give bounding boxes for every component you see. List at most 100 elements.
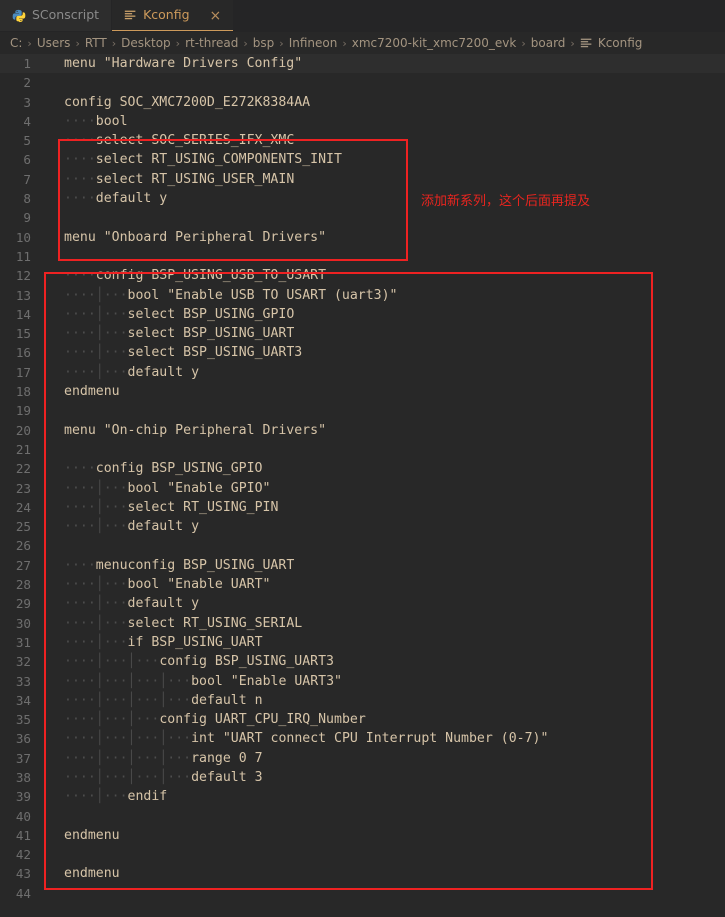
breadcrumb-item-9[interactable]: Kconfig bbox=[580, 36, 643, 50]
code-line[interactable]: 6 ····select RT_USING_COMPONENTS_INIT bbox=[0, 150, 725, 169]
code-line[interactable]: 39 ····│···endif bbox=[0, 787, 725, 806]
code-line[interactable]: 35 ····│···│···config UART_CPU_IRQ_Number bbox=[0, 710, 725, 729]
code-line[interactable]: 28 ····│···bool "Enable UART" bbox=[0, 575, 725, 594]
breadcrumb-item-0[interactable]: C: bbox=[10, 37, 22, 49]
code-line[interactable]: 1 menu "Hardware Drivers Config" bbox=[0, 54, 725, 74]
line-number: 29 bbox=[15, 596, 31, 612]
chevron-right-icon: › bbox=[243, 36, 248, 50]
line-number: 35 bbox=[15, 712, 31, 728]
breadcrumb-item-8[interactable]: board bbox=[531, 37, 566, 49]
code-line[interactable]: 43 endmenu bbox=[0, 864, 725, 883]
tab-sconscript[interactable]: SConscript bbox=[0, 0, 113, 31]
editor-tab-bar: SConscript Kconfig × bbox=[0, 0, 725, 32]
line-number: 17 bbox=[15, 364, 31, 380]
breadcrumb-item-6[interactable]: Infineon bbox=[289, 37, 338, 49]
code-line[interactable]: 16 ····│···select BSP_USING_UART3 bbox=[0, 343, 725, 362]
editor-window: SConscript Kconfig × C: › Users › RTT › … bbox=[0, 0, 725, 917]
code-line[interactable]: 20 menu "On-chip Peripheral Drivers" bbox=[0, 421, 725, 440]
code-line[interactable]: 13 ····│···bool "Enable USB TO USART (uar… bbox=[0, 286, 725, 305]
code-line-text: ····config BSP_USING_USB_TO_USART bbox=[64, 268, 327, 284]
breadcrumb-item-1[interactable]: Users bbox=[37, 37, 71, 49]
code-line-text: ····select RT_USING_COMPONENTS_INIT bbox=[64, 152, 342, 168]
breadcrumb-item-3[interactable]: Desktop bbox=[121, 37, 171, 49]
code-line[interactable]: 9 bbox=[0, 208, 725, 227]
code-line-text: ····bool bbox=[64, 113, 128, 129]
code-line[interactable]: 8 ····default y bbox=[0, 189, 725, 208]
code-line[interactable]: 4 ····bool bbox=[0, 112, 725, 131]
code-line[interactable]: 23 ····│···bool "Enable GPIO" bbox=[0, 479, 725, 498]
line-number: 3 bbox=[23, 94, 31, 110]
code-line[interactable]: 17 ····│···default y bbox=[0, 363, 725, 382]
code-line[interactable]: 3 config SOC_XMC7200D_E272K8384AA bbox=[0, 93, 725, 112]
tab-label: Kconfig bbox=[143, 7, 190, 23]
line-number: 24 bbox=[15, 499, 31, 515]
line-number: 40 bbox=[15, 808, 31, 824]
code-line[interactable]: 18 endmenu bbox=[0, 382, 725, 401]
code-line[interactable]: 30 ····│···select RT_USING_SERIAL bbox=[0, 614, 725, 633]
line-number: 8 bbox=[23, 191, 31, 207]
code-line[interactable]: 38 ····│···│···│···default 3 bbox=[0, 768, 725, 787]
close-icon[interactable]: × bbox=[210, 9, 222, 23]
code-line-text: ····config BSP_USING_GPIO bbox=[64, 461, 263, 477]
code-line-text: ····│···select RT_USING_SERIAL bbox=[64, 615, 303, 631]
breadcrumb-item-2[interactable]: RTT bbox=[85, 37, 107, 49]
code-line[interactable]: 26 bbox=[0, 536, 725, 555]
breadcrumb: C: › Users › RTT › Desktop › rt-thread ›… bbox=[0, 32, 725, 54]
code-line[interactable]: 22 ····config BSP_USING_GPIO bbox=[0, 459, 725, 478]
line-number: 21 bbox=[15, 441, 31, 457]
breadcrumb-item-7[interactable]: xmc7200-kit_xmc7200_evk bbox=[352, 37, 517, 49]
code-line[interactable]: 29 ····│···default y bbox=[0, 594, 725, 613]
breadcrumb-label: Kconfig bbox=[597, 36, 643, 50]
code-line[interactable]: 2 bbox=[0, 73, 725, 92]
line-number: 16 bbox=[15, 345, 31, 361]
line-number: 5 bbox=[23, 133, 31, 149]
code-line[interactable]: 42 bbox=[0, 845, 725, 864]
breadcrumb-item-4[interactable]: rt-thread bbox=[185, 37, 238, 49]
code-line[interactable]: 21 bbox=[0, 440, 725, 459]
code-line[interactable]: 19 bbox=[0, 401, 725, 420]
chevron-right-icon: › bbox=[111, 36, 117, 50]
code-line[interactable]: 10 menu "Onboard Peripheral Drivers" bbox=[0, 228, 725, 247]
line-number: 43 bbox=[15, 866, 31, 882]
code-line[interactable]: 14 ····│···select BSP_USING_GPIO bbox=[0, 305, 725, 324]
chevron-right-icon: › bbox=[342, 36, 347, 50]
code-line-text: ····│···│···│···default n bbox=[64, 692, 263, 708]
code-editor[interactable]: 1 menu "Hardware Drivers Config" 2 3 config … bbox=[0, 54, 725, 917]
code-line[interactable]: 32 ····│···│···config BSP_USING_UART3 bbox=[0, 652, 725, 671]
line-number: 27 bbox=[15, 557, 31, 573]
code-line-text: ····│···default y bbox=[64, 596, 200, 612]
code-line[interactable]: 31 ····│···if BSP_USING_UART bbox=[0, 633, 725, 652]
line-number: 2 bbox=[23, 75, 31, 91]
code-line-text: ····│···│···config UART_CPU_IRQ_Number bbox=[64, 712, 366, 728]
code-line-text: endmenu bbox=[64, 827, 120, 843]
line-number: 28 bbox=[15, 577, 31, 593]
line-number: 31 bbox=[15, 634, 31, 650]
line-number: 4 bbox=[23, 113, 31, 129]
code-line-text: ····default y bbox=[64, 191, 168, 207]
code-line-text: ····│···│···│···int "UART connect CPU In… bbox=[64, 731, 549, 747]
code-line[interactable]: 5 ····select SOC_SERIES_IFX_XMC bbox=[0, 131, 725, 150]
line-number: 15 bbox=[15, 326, 31, 342]
code-lines[interactable]: 1 menu "Hardware Drivers Config" 2 3 config … bbox=[0, 54, 725, 903]
tab-kconfig[interactable]: Kconfig × bbox=[112, 0, 235, 31]
code-line[interactable]: 24 ····│···select RT_USING_PIN bbox=[0, 498, 725, 517]
code-line[interactable]: 37 ····│···│···│···range 0 7 bbox=[0, 749, 725, 768]
code-line[interactable]: 11 bbox=[0, 247, 725, 266]
code-line-text: menu "Onboard Peripheral Drivers" bbox=[64, 229, 327, 245]
code-line[interactable]: 34 ····│···│···│···default n bbox=[0, 691, 725, 710]
code-line[interactable]: 41 endmenu bbox=[0, 826, 725, 845]
code-line[interactable]: 44 bbox=[0, 884, 725, 903]
code-line-text: ····│···select BSP_USING_UART bbox=[64, 326, 295, 342]
chevron-right-icon: › bbox=[75, 36, 80, 50]
code-line[interactable]: 15 ····│···select BSP_USING_UART bbox=[0, 324, 725, 343]
breadcrumb-item-5[interactable]: bsp bbox=[253, 37, 275, 49]
code-line-text: menu "Hardware Drivers Config" bbox=[64, 56, 303, 71]
code-line[interactable]: 12 ····config BSP_USING_USB_TO_USART bbox=[0, 266, 725, 285]
code-line[interactable]: 25 ····│···default y bbox=[0, 517, 725, 536]
code-line[interactable]: 27 ····menuconfig BSP_USING_UART bbox=[0, 556, 725, 575]
code-line[interactable]: 33 ····│···│···│···bool "Enable UART3" bbox=[0, 672, 725, 691]
line-number: 14 bbox=[15, 306, 31, 322]
code-line[interactable]: 36 ····│···│···│···int "UART connect CPU … bbox=[0, 729, 725, 748]
code-line[interactable]: 7 ····select RT_USING_USER_MAIN bbox=[0, 170, 725, 189]
code-line[interactable]: 40 bbox=[0, 807, 725, 826]
